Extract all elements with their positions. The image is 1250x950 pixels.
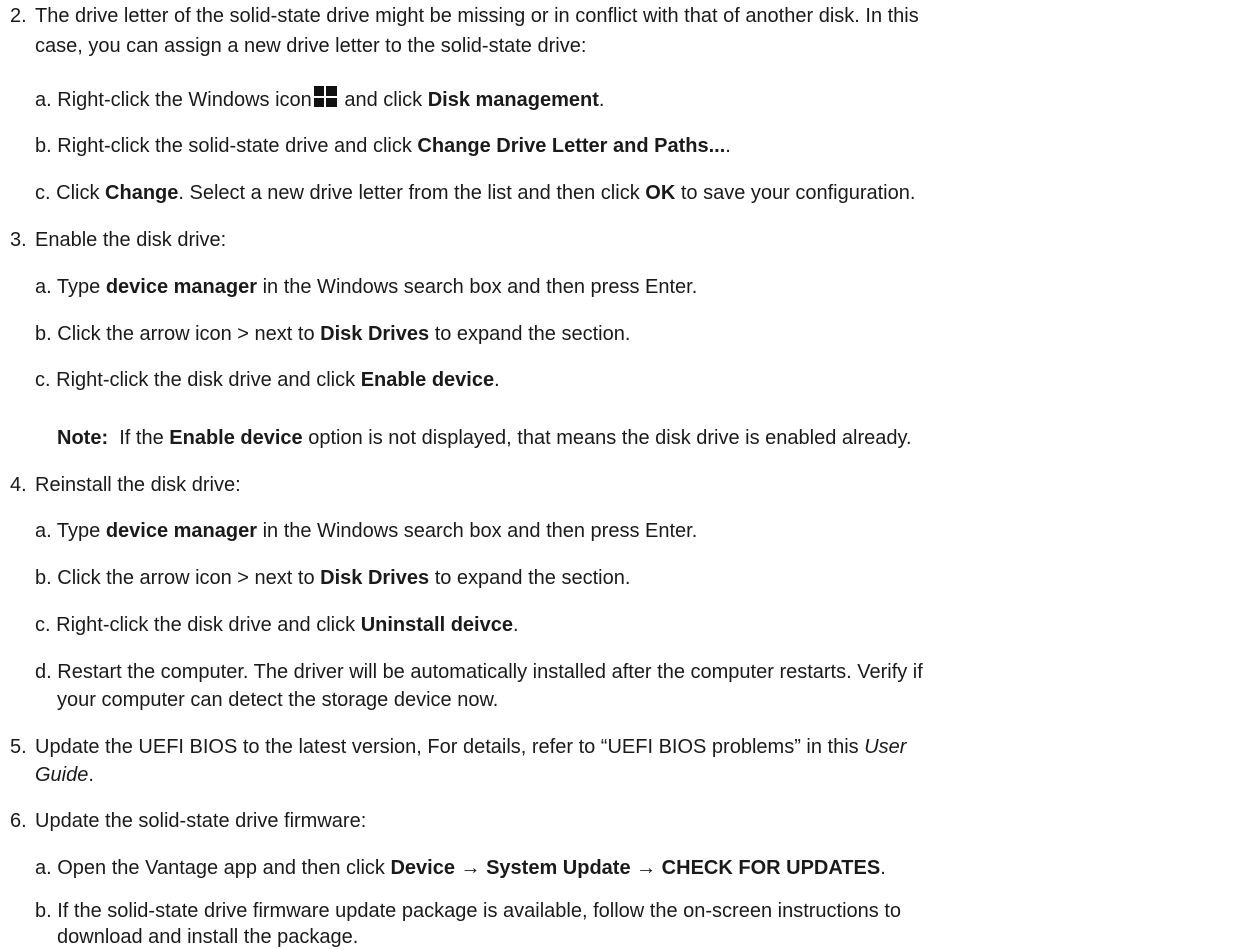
substep-text: .: [512, 614, 519, 636]
substep-label: c.: [35, 614, 51, 636]
step-2a: a. Right-click the Windows icon and clic…: [35, 86, 604, 113]
step-2-line1: 2. The drive letter of the solid-state d…: [10, 3, 919, 29]
step-number: 5.: [10, 736, 27, 758]
step-2-line2: case, you can assign a new drive letter …: [35, 35, 587, 57]
step-number: 6.: [10, 810, 27, 832]
step-3: 3. Enable the disk drive:: [10, 227, 226, 253]
step-text: Update the UEFI BIOS to the latest versi…: [35, 734, 906, 760]
step-3b: b. Click the arrow icon > next to Disk D…: [35, 321, 630, 347]
substep-text: Right-click the Windows icon: [57, 89, 312, 111]
step-4c: c. Right-click the disk drive and click …: [35, 612, 519, 638]
step-4d-line2: your computer can detect the storage dev…: [57, 689, 499, 711]
substep-label: b.: [35, 135, 52, 157]
substep-text: Open the Vantage app and then click: [57, 857, 385, 879]
ui-term: Disk Drives: [320, 567, 430, 589]
document-page: 2. The drive letter of the solid-state d…: [0, 0, 1250, 948]
substep-text: Right-click the disk drive and click: [56, 614, 356, 636]
substep-text: Restart the computer. The driver will be…: [57, 661, 923, 683]
substep-text: Right-click the disk drive and click: [56, 369, 356, 391]
step-text-part: Update the UEFI BIOS to the latest versi…: [35, 736, 859, 758]
step-number: 2.: [10, 5, 27, 27]
step-2c: c. Click Change. Select a new drive lett…: [35, 180, 915, 206]
ui-term: Disk Drives: [320, 323, 430, 345]
step-5-line1: 5. Update the UEFI BIOS to the latest ve…: [10, 734, 906, 760]
substep-text: If the solid-state drive firmware update…: [57, 900, 902, 922]
substep-text: Click: [56, 182, 100, 204]
step-text: The drive letter of the solid-state driv…: [35, 5, 919, 27]
step-2b: b. Right-click the solid-state drive and…: [35, 133, 731, 159]
step-4d-line1: d. Restart the computer. The driver will…: [35, 659, 923, 685]
step-number: 4.: [10, 474, 27, 496]
substep-text: .: [494, 369, 500, 391]
substep-text: to save your configuration.: [680, 182, 916, 204]
doc-title-part: Guide: [35, 764, 89, 786]
substep-text: in the Windows search box and then press…: [262, 520, 698, 542]
substep-label: b.: [35, 900, 52, 922]
substep-text: .: [598, 89, 605, 111]
step-text: Reinstall the disk drive:: [35, 474, 241, 496]
substep-text: to expand the section.: [434, 567, 631, 589]
step-text: Update the solid-state drive firmware:: [35, 810, 367, 832]
step-3a: a. Type device manager in the Windows se…: [35, 274, 697, 300]
doc-title-part: User: [864, 736, 907, 758]
substep-label: a.: [35, 276, 52, 298]
substep-text: and click: [344, 89, 423, 111]
ui-term: Disk management: [427, 89, 599, 111]
substep-text: to expand the section.: [434, 323, 631, 345]
step-5-line2: Guide.: [35, 762, 94, 788]
note-label: Note:: [57, 427, 109, 449]
substep-label: a.: [35, 857, 52, 879]
substep-label: a.: [35, 520, 52, 542]
windows-icon: [313, 86, 337, 107]
substep-text: Right-click the solid-state drive and cl…: [57, 135, 412, 157]
step-text: Enable the disk drive:: [35, 229, 227, 251]
ui-term: Change Drive Letter and Paths...: [417, 135, 726, 157]
substep-text: .: [725, 135, 731, 157]
substep-text: Click the arrow icon > next to: [57, 567, 315, 589]
ui-term: Enable device: [360, 369, 495, 391]
ui-term: device manager: [105, 520, 258, 542]
note-text: If the: [119, 427, 164, 449]
step-4b: b. Click the arrow icon > next to Disk D…: [35, 565, 630, 591]
step-4: 4. Reinstall the disk drive:: [10, 472, 241, 498]
substep-text: in the Windows search box and then press…: [262, 276, 698, 298]
note-text: option is not displayed, that means the …: [308, 427, 912, 449]
step-6: 6. Update the solid-state drive firmware…: [10, 808, 366, 834]
ui-term: Uninstall deivce: [360, 614, 513, 636]
ui-term: Change: [105, 182, 179, 204]
substep-text: Type: [56, 520, 101, 542]
step-number: 3.: [10, 229, 27, 251]
substep-label: a.: [35, 89, 52, 111]
ui-term: device manager: [105, 276, 258, 298]
step-6b-line1: b. If the solid-state drive firmware upd…: [35, 898, 901, 924]
step-3c: c. Right-click the disk drive and click …: [35, 367, 500, 393]
substep-label: b.: [35, 323, 52, 345]
substep-text: Type: [56, 276, 101, 298]
ui-term: OK: [645, 182, 676, 204]
substep-label: b.: [35, 567, 52, 589]
substep-text: . Select a new drive letter from the lis…: [178, 182, 640, 204]
ui-term: Enable device: [169, 427, 303, 449]
step-4a: a. Type device manager in the Windows se…: [35, 518, 697, 544]
step-text-part: .: [88, 764, 94, 786]
ui-term: Device → System Update → CHECK FOR UPDAT…: [390, 857, 881, 879]
substep-text: Click the arrow icon > next to: [57, 323, 315, 345]
step-6b-line2: download and install the package.: [57, 926, 359, 948]
substep-label: d.: [35, 661, 52, 683]
substep-label: c.: [35, 369, 51, 391]
step-6a: a. Open the Vantage app and then click D…: [35, 855, 886, 881]
substep-label: c.: [35, 182, 51, 204]
step-3-note: Note: If the Enable device option is not…: [57, 425, 912, 451]
substep-text: .: [880, 857, 886, 879]
